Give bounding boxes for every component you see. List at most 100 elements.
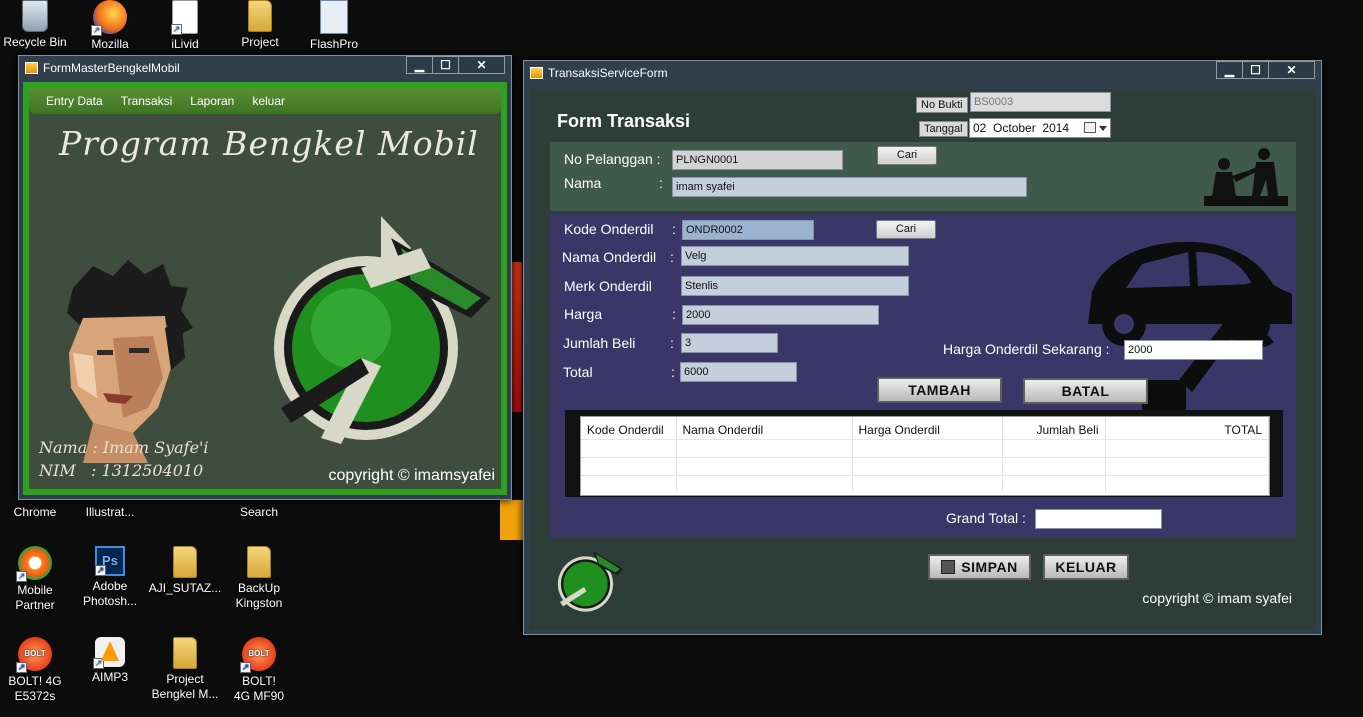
transaksi-client-area: Form Transaksi No Bukti BS0003 Tanggal 0… [529,89,1316,630]
copyright-text: copyright © imam syafei [1142,590,1292,606]
photoshop-icon: Ps ↗ [95,546,125,576]
mechanics-icon [1204,148,1288,206]
folder-icon [173,546,197,578]
portrait-illustration [67,260,193,463]
close-button[interactable]: ✕ [1268,61,1315,79]
column-header-kode[interactable]: Kode Onderdil [581,417,677,439]
table-row[interactable] [581,474,1269,493]
bolt-icon: BOLT ↗ [16,637,52,673]
grid-header-row: Kode Onderdil Nama Onderdil Harga Onderd… [581,417,1269,439]
maximize-button[interactable]: ☐ [1242,61,1269,79]
colon: : [671,364,675,380]
bengkel-logo-small [557,551,623,612]
menu-bar: Entry Data Transaksi Laporan keluar [29,88,501,114]
jumlah-beli-field[interactable]: 3 [681,333,778,353]
menu-entry-data[interactable]: Entry Data [37,94,112,108]
no-bukti-label: No Bukti [916,97,968,113]
column-header-harga[interactable]: Harga Onderdil [852,417,1003,439]
harga-sekarang-field[interactable]: 2000 [1124,340,1263,360]
cari-pelanggan-button[interactable]: Cari [877,146,937,165]
menu-laporan[interactable]: Laporan [181,94,243,108]
pelanggan-panel: No Pelanggan : PLNGN0001 Cari Nama : ima… [550,142,1296,211]
maximize-button[interactable]: ☐ [432,56,459,74]
harga-label: Harga [564,306,603,322]
minimize-button[interactable]: ▁ [406,56,433,74]
desktop-icon-bolt-mf90[interactable]: BOLT ↗ BOLT! 4G MF90 [221,637,297,704]
app-form-icon [530,67,543,79]
nim-line: NIM : 1312504010 [39,461,204,480]
desktop-icon-flashpro[interactable]: FlashPro [296,0,372,52]
wallpaper-accent [500,500,524,540]
copyright-text: copyright © imamsyafei [328,467,495,484]
desktop-icon-photoshop[interactable]: Ps ↗ Adobe Photosh... [72,546,148,609]
colon: : [672,306,676,322]
menu-keluar[interactable]: keluar [243,94,294,108]
mobile-partner-icon: ↗ [16,546,52,582]
grand-total-label: Grand Total : [946,510,1026,526]
nama-onderdil-field[interactable]: Velg [681,246,909,266]
title-bar[interactable]: FormMasterBengkelMobil ▁ ☐ ✕ [19,56,511,80]
harga-field[interactable]: 2000 [682,305,879,325]
harga-sekarang-label: Harga Onderdil Sekarang : [943,341,1110,357]
bolt-icon: BOLT ↗ [240,637,276,673]
no-pelanggan-field[interactable]: PLNGN0001 [672,150,843,170]
total-label: Total [563,364,593,380]
total-field[interactable]: 6000 [680,362,797,382]
desktop-icon-recycle-bin[interactable]: Recycle Bin [0,0,73,50]
colon: : [670,249,674,265]
nama-line: Nama : Imam Syafe'i [39,438,209,457]
column-header-jumlah[interactable]: Jumlah Beli [1002,417,1106,439]
grand-total-field[interactable] [1035,509,1162,529]
close-button[interactable]: ✕ [458,56,505,74]
nama-label: Nama [564,175,602,191]
desktop-icon-backup-kingston[interactable]: BackUp Kingston [221,546,297,611]
desktop-icon-illustrator[interactable]: Illustrat... [72,505,148,520]
calendar-icon[interactable] [1084,122,1096,133]
desktop-icon-mobile-partner[interactable]: ↗ Mobile Partner [0,546,73,613]
kode-onderdil-field[interactable]: ONDR0002 [682,220,814,240]
table-row[interactable] [581,456,1269,475]
kode-onderdil-label: Kode Onderdil [564,221,654,237]
desktop-icon-aji-sutaz[interactable]: AJI_SUTAZ... [147,546,223,596]
firefox-icon: ↗ [91,0,127,36]
simpan-button[interactable]: SIMPAN [928,554,1031,580]
cari-onderdil-button[interactable]: Cari [876,220,936,239]
menu-transaksi[interactable]: Transaksi [112,94,182,108]
desktop-icon-ilivid[interactable]: ↗ iLivid [147,0,223,52]
column-header-total[interactable]: TOTAL [1105,417,1269,439]
folder-icon [248,0,272,32]
date-month: October [993,121,1036,135]
tanggal-datepicker[interactable]: 02 October 2014 [969,118,1111,138]
onderdil-panel: Kode Onderdil : ONDR0002 Cari Nama Onder… [550,214,1296,537]
column-header-nama[interactable]: Nama Onderdil [676,417,853,439]
desktop-icon-project-bengkel[interactable]: Project Bengkel M... [147,637,223,702]
detail-grid-frame: Kode Onderdil Nama Onderdil Harga Onderd… [565,410,1283,497]
form-title: Form Transaksi [557,111,691,131]
desktop-icon-aimp3[interactable]: ↗ AIMP3 [72,637,148,685]
desktop-icon-bolt-e5372s[interactable]: BOLT ↗ BOLT! 4G E5372s [0,637,73,704]
colon: : [659,175,663,191]
nama-pelanggan-field[interactable]: imam syafei [672,177,1027,197]
keluar-button[interactable]: KELUAR [1043,554,1129,580]
transaksi-window[interactable]: TransaksiServiceForm ▁ ☐ ✕ Form Transaks… [523,60,1322,635]
window-title: TransaksiServiceForm [548,66,668,80]
tambah-button[interactable]: TAMBAH [877,377,1002,403]
detail-grid[interactable]: Kode Onderdil Nama Onderdil Harga Onderd… [580,416,1270,496]
jumlah-beli-label: Jumlah Beli [563,335,636,351]
minimize-button[interactable]: ▁ [1216,61,1243,79]
table-row[interactable] [581,438,1269,457]
folder-icon [247,546,271,578]
master-window[interactable]: FormMasterBengkelMobil ▁ ☐ ✕ Entry Data … [18,55,512,500]
desktop-icon-search[interactable]: Search [221,505,297,520]
banner-title: Program Bengkel Mobil [59,124,479,163]
merk-onderdil-field[interactable]: Stenlis [681,276,909,296]
title-bar[interactable]: TransaksiServiceForm ▁ ☐ ✕ [524,61,1321,85]
chevron-down-icon[interactable] [1099,126,1107,131]
aimp-icon: ↗ [93,637,125,669]
no-bukti-field[interactable]: BS0003 [970,92,1111,112]
desktop-icon-mozilla[interactable]: ↗ Mozilla [72,0,148,52]
desktop-icon-chrome[interactable]: Chrome [0,505,73,520]
desktop-icon-project[interactable]: Project [222,0,298,50]
batal-button[interactable]: BATAL [1023,378,1148,404]
no-pelanggan-label: No Pelanggan : [564,151,661,167]
